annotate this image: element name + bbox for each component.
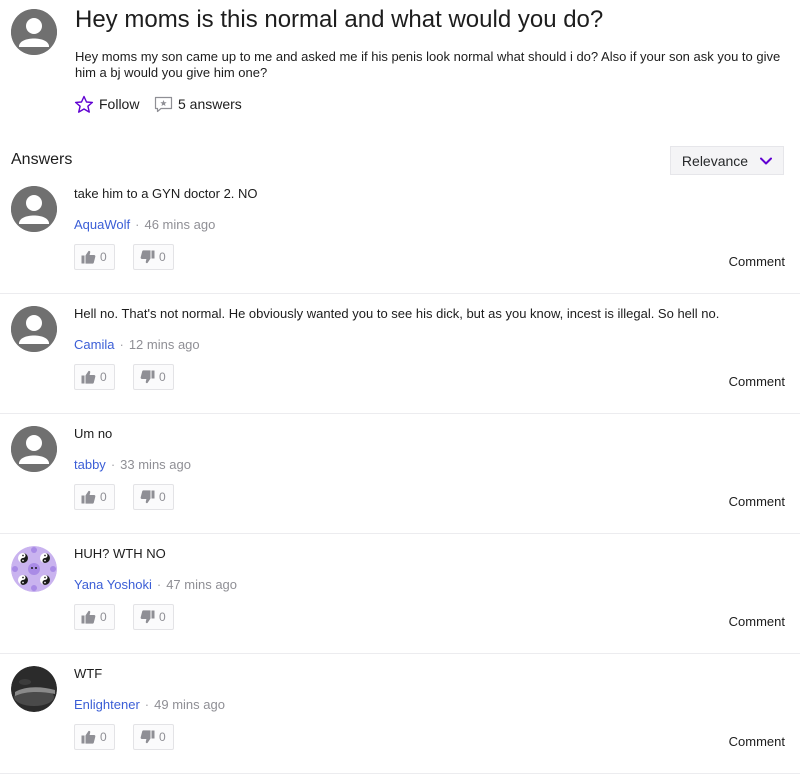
upvote-count: 0 xyxy=(100,730,107,744)
thumbs-down-button[interactable]: 0 xyxy=(133,604,174,630)
answer-meta: Camila · 12 mins ago xyxy=(74,337,200,352)
upvote-count: 0 xyxy=(100,490,107,504)
upvote-count: 0 xyxy=(100,370,107,384)
downvote-count: 0 xyxy=(159,730,166,744)
answer-meta: tabby · 33 mins ago xyxy=(74,457,191,472)
answer-author-link[interactable]: Camila xyxy=(74,337,114,352)
comment-button[interactable]: Comment xyxy=(729,494,785,509)
dark-photo-icon xyxy=(11,666,57,712)
meta-separator: · xyxy=(144,697,150,712)
thumbs-up-icon xyxy=(81,370,96,384)
answer-divider xyxy=(0,773,800,774)
answerer-avatar[interactable] xyxy=(11,546,57,592)
answer-author-link[interactable]: Yana Yoshoki xyxy=(74,577,152,592)
thumbs-up-icon xyxy=(81,730,96,744)
answer-timestamp: 47 mins ago xyxy=(166,577,238,592)
follow-button[interactable]: Follow xyxy=(74,94,139,114)
answer-text: Um no xyxy=(74,426,113,441)
answers-heading: Answers xyxy=(11,151,73,168)
sort-dropdown[interactable]: Relevance xyxy=(670,146,784,175)
answer-timestamp: 33 mins ago xyxy=(120,457,191,472)
answer-divider xyxy=(0,293,800,294)
answer-text: WTF xyxy=(74,666,103,681)
thumbs-up-button[interactable]: 0 xyxy=(74,724,115,750)
comment-button[interactable]: Comment xyxy=(729,374,785,389)
answer-timestamp: 49 mins ago xyxy=(154,697,225,712)
default-user-icon xyxy=(11,306,57,352)
default-user-icon xyxy=(11,426,57,472)
thumbs-up-button[interactable]: 0 xyxy=(74,604,115,630)
thumbs-up-icon xyxy=(81,490,96,504)
answer-timestamp: 46 mins ago xyxy=(144,217,216,232)
yin-yang-pattern-icon xyxy=(11,546,57,592)
sort-label: Relevance xyxy=(681,152,749,169)
default-user-icon xyxy=(11,186,57,232)
downvote-count: 0 xyxy=(159,370,166,384)
answerer-avatar[interactable] xyxy=(11,306,57,352)
answer-divider xyxy=(0,533,800,534)
upvote-count: 0 xyxy=(100,250,107,264)
thumbs-up-button[interactable]: 0 xyxy=(74,364,115,390)
answers-count: 5 answers xyxy=(154,94,242,114)
thumbs-down-icon xyxy=(140,490,155,504)
thumbs-down-button[interactable]: 0 xyxy=(133,484,174,510)
thumbs-down-icon xyxy=(140,250,155,264)
answer-divider xyxy=(0,413,800,414)
thumbs-up-button[interactable]: 0 xyxy=(74,244,115,270)
default-user-icon xyxy=(11,9,57,55)
thumbs-down-icon xyxy=(140,610,155,624)
thumbs-down-icon xyxy=(140,730,155,744)
answer-bubble-icon xyxy=(154,96,173,112)
meta-separator: · xyxy=(110,457,116,472)
answers-count-label: 5 answers xyxy=(178,96,242,112)
answer-author-link[interactable]: Enlightener xyxy=(74,697,140,712)
downvote-count: 0 xyxy=(159,610,166,624)
star-outline-icon xyxy=(74,95,94,113)
answer-item: Um no tabby · 33 mins ago 0 0 Comment xyxy=(0,415,800,535)
downvote-count: 0 xyxy=(159,250,166,264)
answer-item: take him to a GYN doctor 2. NO AquaWolf ·… xyxy=(0,175,800,295)
answerer-avatar[interactable] xyxy=(11,426,57,472)
answer-item: HUH? WTH NO Yana Yoshoki · 47 mins ago 0 0… xyxy=(0,535,800,655)
thumbs-up-icon xyxy=(81,250,96,264)
answer-divider xyxy=(0,653,800,654)
comment-button[interactable]: Comment xyxy=(729,614,785,629)
answer-meta: Yana Yoshoki · 47 mins ago xyxy=(74,577,237,592)
answerer-avatar[interactable] xyxy=(11,186,57,232)
follow-label: Follow xyxy=(99,96,140,112)
answer-text: Hell no. That's not normal. He obviously… xyxy=(74,306,720,321)
answer-timestamp: 12 mins ago xyxy=(128,337,200,352)
meta-separator: · xyxy=(119,337,124,352)
answer-item: WTF Enlightener · 49 mins ago 0 0 Comment xyxy=(0,655,800,775)
chevron-down-icon xyxy=(760,157,773,164)
thumbs-down-button[interactable]: 0 xyxy=(133,364,174,390)
comment-button[interactable]: Comment xyxy=(729,734,785,749)
downvote-count: 0 xyxy=(159,490,166,504)
thumbs-down-icon xyxy=(140,370,155,384)
thumbs-up-icon xyxy=(81,610,96,624)
answerer-avatar[interactable] xyxy=(11,666,57,712)
meta-separator: · xyxy=(135,217,140,232)
thumbs-down-button[interactable]: 0 xyxy=(133,244,174,270)
answer-author-link[interactable]: AquaWolf xyxy=(74,217,130,232)
answer-text: HUH? WTH NO xyxy=(74,546,166,561)
answer-meta: Enlightener · 49 mins ago xyxy=(74,697,225,712)
answer-text: take him to a GYN doctor 2. NO xyxy=(74,186,258,201)
asker-avatar[interactable] xyxy=(11,9,57,55)
thumbs-up-button[interactable]: 0 xyxy=(74,484,115,510)
answer-meta: AquaWolf · 46 mins ago xyxy=(74,217,215,232)
answer-item: Hell no. That's not normal. He obviously… xyxy=(0,295,800,415)
upvote-count: 0 xyxy=(100,610,107,624)
answer-author-link[interactable]: tabby xyxy=(74,457,106,472)
question-title: Hey moms is this normal and what would y… xyxy=(75,6,604,33)
thumbs-down-button[interactable]: 0 xyxy=(133,724,174,750)
meta-separator: · xyxy=(156,577,162,592)
question-body: Hey moms my son came up to me and asked … xyxy=(75,49,781,80)
comment-button[interactable]: Comment xyxy=(729,254,785,269)
